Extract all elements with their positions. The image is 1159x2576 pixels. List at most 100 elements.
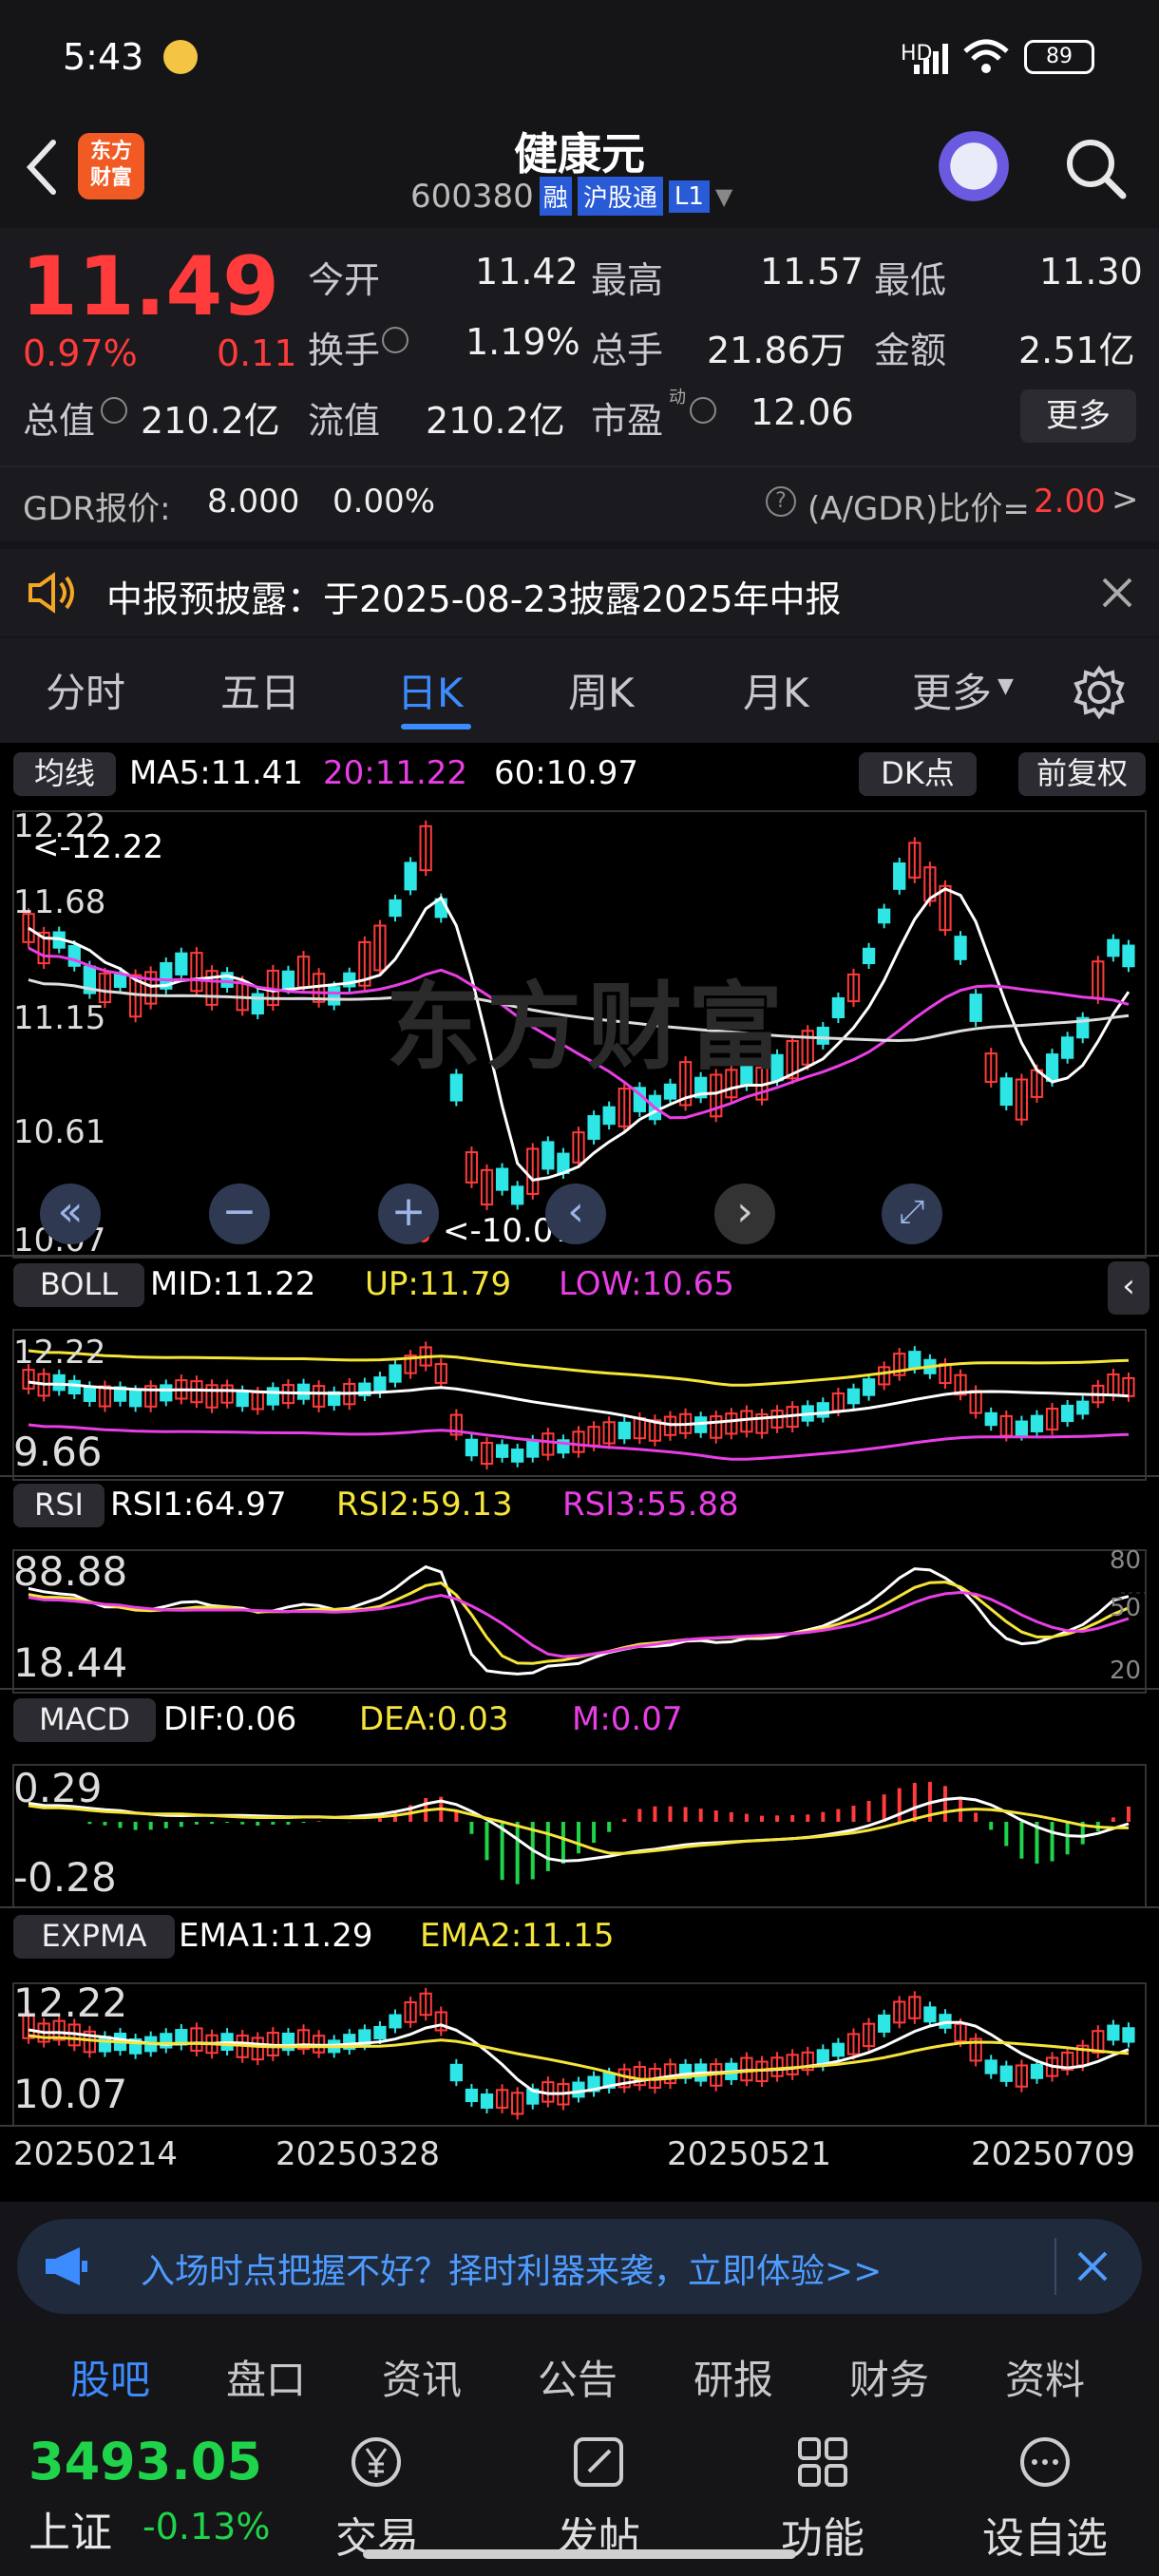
notice-text: 中报预披露：于2025-08-23披露2025年中报 xyxy=(106,578,842,620)
price-adjust-button[interactable]: 前复权 xyxy=(1018,752,1146,796)
signal-icon xyxy=(914,44,948,74)
collapse-panel-icon[interactable]: ‹ xyxy=(1108,1261,1150,1315)
ai-assistant-icon[interactable] xyxy=(935,131,1013,209)
prev-icon[interactable]: ‹ xyxy=(545,1184,606,1244)
search-icon[interactable] xyxy=(1062,135,1130,203)
close-icon[interactable] xyxy=(1100,576,1134,610)
tab-announcements[interactable]: 公告 xyxy=(538,2348,618,2406)
open-value: 11.42 xyxy=(475,251,579,293)
candle xyxy=(1122,2027,1135,2043)
add-watchlist-label: 设自选 xyxy=(982,2514,1108,2563)
pe-info-icon[interactable] xyxy=(690,397,716,424)
candle xyxy=(816,1026,829,1045)
candle xyxy=(816,1402,829,1418)
rsi-tick: 18.44 xyxy=(13,1639,128,1686)
tab-news[interactable]: 资讯 xyxy=(382,2348,462,2406)
rsi-level: 20 xyxy=(1110,1657,1142,1685)
candle xyxy=(83,1386,96,1402)
status-time: 5:43 xyxy=(63,36,144,78)
candle xyxy=(831,2042,846,2057)
macd-m-value: M:0.07 xyxy=(572,1700,683,1738)
tab-timeshare[interactable]: 分时 xyxy=(46,661,125,719)
more-button[interactable]: 更多 xyxy=(1020,389,1136,443)
index-percent: -0.13% xyxy=(142,2506,271,2548)
home-indicator xyxy=(363,2549,796,2559)
candle xyxy=(389,1364,402,1383)
next-icon[interactable]: › xyxy=(714,1184,775,1244)
expma-indicator-selector[interactable]: EXPMA xyxy=(13,1915,175,1959)
rsi-level: 80 xyxy=(1110,1546,1142,1575)
macd-indicator-selector[interactable]: MACD xyxy=(13,1698,156,1742)
candle xyxy=(52,1373,66,1392)
tab-research[interactable]: 研报 xyxy=(694,2348,773,2406)
turnover-value: 1.19% xyxy=(466,321,580,363)
candle xyxy=(511,1449,524,1463)
market-cap-info-icon[interactable] xyxy=(101,397,127,424)
turnover-info-icon[interactable] xyxy=(382,327,408,353)
candle xyxy=(404,862,417,891)
rsi2-value: RSI2:59.13 xyxy=(336,1486,513,1524)
date-tick: 20250521 xyxy=(667,2135,832,2173)
chevron-right-icon[interactable]: > xyxy=(1112,481,1139,519)
ema1-value: EMA1:11.29 xyxy=(179,1917,373,1955)
volume-value: 21.86万 xyxy=(707,330,846,371)
candle xyxy=(878,908,891,924)
status-bar: 5:43 HD 89 xyxy=(0,0,1159,114)
candle xyxy=(1107,2024,1120,2041)
expma-tick: 10.07 xyxy=(13,2071,128,2117)
rsi-indicator-selector[interactable]: RSI xyxy=(13,1484,104,1527)
notification-icon xyxy=(163,40,198,74)
macd-dea-value: DEA:0.03 xyxy=(359,1700,509,1738)
candle xyxy=(495,1444,509,1458)
index-value[interactable]: 3493.05 xyxy=(28,2432,262,2491)
ma-indicator-selector[interactable]: 均线 xyxy=(13,752,116,796)
divider xyxy=(0,465,1159,467)
candle xyxy=(831,996,846,1019)
date-tick: 20250709 xyxy=(971,2135,1136,2173)
indicator-line xyxy=(28,1349,1130,1387)
candle xyxy=(67,1379,81,1395)
candle xyxy=(984,1411,998,1427)
dropdown-caret-icon[interactable]: ▼ xyxy=(715,183,732,210)
help-icon[interactable]: ? xyxy=(766,486,796,517)
candle xyxy=(526,1439,540,1458)
low-label: 最低 xyxy=(874,259,947,301)
watermark: 东方财富 xyxy=(386,972,788,1083)
candle xyxy=(1015,1420,1029,1436)
tab-daily-k[interactable]: 日K xyxy=(397,661,464,719)
tab-five-day[interactable]: 五日 xyxy=(220,661,300,719)
tab-order-book[interactable]: 盘口 xyxy=(226,2348,306,2406)
scroll-left-icon[interactable]: « xyxy=(40,1184,101,1244)
notice-bar[interactable]: 中报预披露：于2025-08-23披露2025年中报 xyxy=(0,549,1159,636)
promo-banner[interactable]: 入场时点把握不好？择时利器来袭，立即体验>> xyxy=(17,2219,1142,2314)
zoom-in-icon[interactable]: + xyxy=(378,1184,439,1244)
price-tick: 11.15 xyxy=(13,999,106,1037)
gear-icon[interactable] xyxy=(1072,665,1127,720)
index-name: 上证 xyxy=(28,2509,112,2557)
ma20-value: 20:11.22 xyxy=(323,754,468,792)
tab-forum[interactable]: 股吧 xyxy=(70,2348,150,2406)
candle xyxy=(1061,1404,1074,1423)
add-watchlist-button[interactable]: 设自选 xyxy=(969,2420,1121,2576)
stock-header: 东方 财富 健康元 600380 融 沪股通 L1 ▼ xyxy=(0,114,1159,228)
candle xyxy=(984,2059,998,2074)
tab-more[interactable]: 更多 xyxy=(912,661,992,719)
close-icon[interactable] xyxy=(1075,2249,1110,2283)
market-cap-value: 210.2亿 xyxy=(141,400,280,442)
candle xyxy=(495,1167,509,1191)
candle xyxy=(1107,938,1120,957)
pe-dynamic-mark: 动 xyxy=(669,388,686,407)
tab-profile[interactable]: 资料 xyxy=(1005,2348,1085,2406)
tab-finance[interactable]: 财务 xyxy=(849,2348,929,2406)
boll-indicator-selector[interactable]: BOLL xyxy=(13,1263,144,1307)
kline-chart-area[interactable]: 均线 MA5:11.41 20:11.22 60:10.97 DK点 前复权 1… xyxy=(0,743,1159,2202)
candle xyxy=(373,2025,387,2040)
amount-label: 金额 xyxy=(874,330,947,371)
tab-monthly-k[interactable]: 月K xyxy=(743,661,809,719)
zoom-out-icon[interactable]: − xyxy=(209,1184,270,1244)
fullscreen-icon[interactable]: ⤢ xyxy=(882,1184,942,1244)
tab-weekly-k[interactable]: 周K xyxy=(568,661,635,719)
candle xyxy=(389,899,402,918)
candle xyxy=(449,2063,463,2082)
dk-point-button[interactable]: DK点 xyxy=(859,752,977,796)
